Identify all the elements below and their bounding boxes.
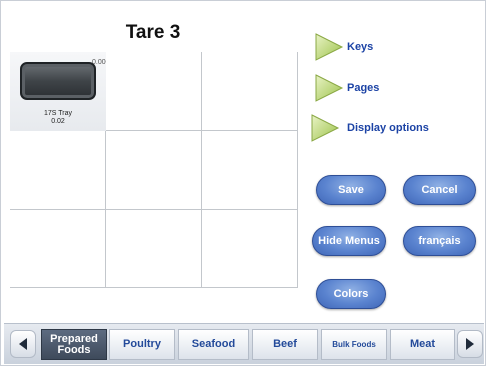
hide-menus-button[interactable]: Hide Menus (312, 226, 386, 256)
tab-seafood[interactable]: Seafood (178, 329, 249, 360)
grid-cell-2[interactable] (106, 52, 202, 131)
tile-name: 17S Tray (43, 110, 72, 117)
grid-cell-9[interactable] (202, 210, 298, 288)
triangle-right-icon (311, 114, 340, 142)
tare-tile[interactable]: 0.000 17S Tray 0.02 (10, 52, 110, 131)
tile-price: 0.02 (51, 118, 65, 125)
chevron-left-icon (19, 338, 27, 350)
grid-cell-6[interactable] (202, 131, 298, 210)
tab-bulk-foods[interactable]: Bulk Foods (321, 329, 387, 360)
next-tab-button[interactable] (457, 330, 483, 358)
keys-label: Keys (347, 41, 374, 53)
tab-beef[interactable]: Beef (252, 329, 318, 360)
colors-button[interactable]: Colors (316, 279, 386, 309)
grid-cell-3[interactable] (202, 52, 298, 131)
grid-cell-7[interactable] (10, 210, 106, 288)
triangle-right-icon (315, 33, 344, 61)
pages-label: Pages (347, 82, 380, 94)
grid-cell-4[interactable] (10, 131, 106, 210)
tray-image (20, 62, 96, 100)
prev-tab-button[interactable] (10, 330, 36, 358)
page-title: Tare 3 (125, 22, 181, 43)
tab-prepared-foods[interactable]: Prepared Foods (41, 329, 107, 360)
display-options-label: Display options (347, 122, 429, 134)
save-button[interactable]: Save (316, 175, 386, 205)
tare-grid: 0.000 17S Tray 0.02 (10, 52, 298, 288)
tab-poultry[interactable]: Poultry (109, 329, 175, 360)
language-button[interactable]: français (403, 226, 476, 256)
chevron-right-icon (466, 338, 474, 350)
grid-cell-8[interactable] (106, 210, 202, 288)
category-tab-bar: Prepared Foods Poultry Seafood Beef Bulk… (4, 323, 484, 364)
grid-cell-5[interactable] (106, 131, 202, 210)
cancel-button[interactable]: Cancel (403, 175, 476, 205)
grid-cell-1[interactable]: 0.000 17S Tray 0.02 (10, 52, 110, 131)
tab-meat[interactable]: Meat (390, 329, 455, 360)
triangle-right-icon (315, 74, 344, 102)
